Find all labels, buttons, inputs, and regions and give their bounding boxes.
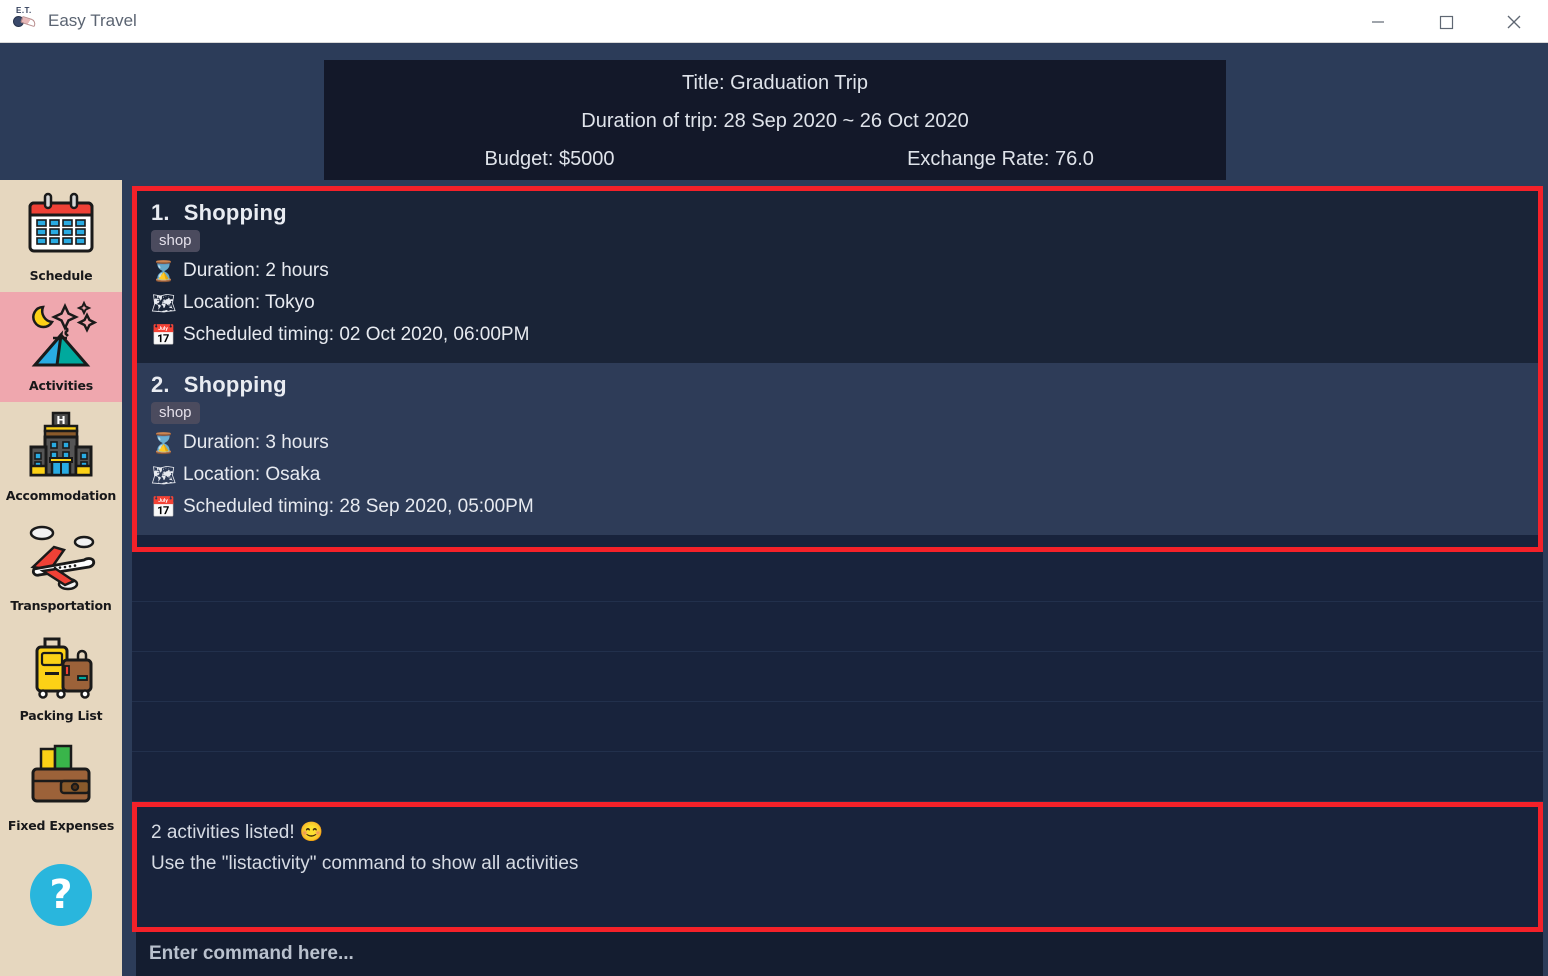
activity-timing: Scheduled timing: 02 Oct 2020, 06:00PM <box>183 324 530 345</box>
activity-timing-row: 📅 Scheduled timing: 02 Oct 2020, 06:00PM <box>151 321 1538 349</box>
calendar-icon <box>28 192 94 253</box>
output-line-1: 2 activities listed! 😊 <box>151 821 324 843</box>
sidebar: Schedule Activities H Accommodation Tran… <box>0 180 122 976</box>
activity-card[interactable]: 1. Shopping shop ⌛ Duration: 2 hours 🗺 L… <box>137 191 1538 363</box>
trip-budget-row: Budget: $5000 Exchange Rate: 76.0 <box>324 140 1226 178</box>
activity-index: 2. <box>151 372 170 397</box>
empty-row <box>132 702 1543 752</box>
activity-title-row: 1. Shopping <box>151 200 1538 226</box>
activity-location-row: 🗺 Location: Osaka <box>151 461 1538 489</box>
empty-row <box>132 652 1543 702</box>
map-pin-icon: 🗺 <box>151 463 177 487</box>
activity-timing: Scheduled timing: 28 Sep 2020, 05:00PM <box>183 496 534 517</box>
sidebar-item-label: Accommodation <box>5 488 117 503</box>
empty-row <box>132 602 1543 652</box>
hourglass-icon: ⌛ <box>151 259 176 283</box>
window-controls <box>1344 0 1548 43</box>
sidebar-item-label: Transportation <box>10 598 112 613</box>
sidebar-item-label: Activities <box>29 378 93 393</box>
content-column: 1. Shopping shop ⌛ Duration: 2 hours 🗺 L… <box>122 180 1548 976</box>
app-logo-icon: E.T. <box>12 6 38 34</box>
activity-title-row: 2. Shopping <box>151 372 1538 398</box>
command-bar <box>132 932 1543 976</box>
trip-budget: Budget: $5000 <box>484 148 615 170</box>
sidebar-item-transportation[interactable]: Transportation <box>0 512 122 622</box>
close-button[interactable] <box>1480 0 1548 43</box>
sidebar-item-label: Packing List <box>19 708 103 723</box>
activity-card[interactable]: 2. Shopping shop ⌛ Duration: 3 hours 🗺 L… <box>137 363 1538 535</box>
maximize-button[interactable] <box>1412 0 1480 43</box>
activity-timing-row: 📅 Scheduled timing: 28 Sep 2020, 05:00PM <box>151 493 1538 521</box>
activity-duration: Duration: 2 hours <box>183 260 329 281</box>
sidebar-item-accommodation[interactable]: H Accommodation <box>0 402 122 512</box>
activity-name: Shopping <box>183 200 287 225</box>
calendar-clock-icon: 📅 <box>151 323 176 347</box>
activity-list: 1. Shopping shop ⌛ Duration: 2 hours 🗺 L… <box>137 191 1538 535</box>
activity-index: 1. <box>151 200 170 225</box>
help-button[interactable]: ? <box>30 864 92 926</box>
sidebar-item-fixed-expenses[interactable]: Fixed Expenses <box>0 732 122 842</box>
trip-duration: Duration of trip: 28 Sep 2020 ~ 26 Oct 2… <box>581 110 969 132</box>
close-icon <box>1507 15 1521 28</box>
empty-row <box>132 752 1543 802</box>
plane-icon <box>20 15 37 28</box>
activity-list-highlight: 1. Shopping shop ⌛ Duration: 2 hours 🗺 L… <box>132 186 1543 552</box>
calendar-clock-icon: 📅 <box>151 495 176 519</box>
activity-name: Shopping <box>183 372 287 397</box>
minimize-icon <box>1372 20 1384 23</box>
command-input[interactable] <box>136 932 1543 976</box>
sidebar-item-schedule[interactable]: Schedule <box>0 182 122 292</box>
app-logo-text: E.T. <box>16 6 32 15</box>
output-line-2: Use the "listactivity" command to show a… <box>151 852 579 874</box>
hotel-icon: H <box>29 411 93 477</box>
wallet-icon <box>31 744 91 803</box>
activity-location-row: 🗺 Location: Tokyo <box>151 289 1538 317</box>
tent-night-icon <box>31 300 98 367</box>
main-body: Schedule Activities H Accommodation Tran… <box>0 180 1548 976</box>
airplane-icon <box>29 525 96 591</box>
trip-title: Title: Graduation Trip <box>681 72 868 94</box>
activity-duration-row: ⌛ Duration: 3 hours <box>151 429 1538 457</box>
trip-exchange-rate: Exchange Rate: 76.0 <box>907 148 1094 170</box>
luggage-icon <box>35 637 93 699</box>
activity-duration: Duration: 3 hours <box>183 432 329 453</box>
output-panel-highlight: 2 activities listed! 😊 Use the "listacti… <box>132 801 1543 932</box>
activity-tag: shop <box>151 230 200 252</box>
activity-location: Location: Osaka <box>183 464 321 485</box>
window-title: Easy Travel <box>48 11 137 30</box>
sidebar-item-packing-list[interactable]: Packing List <box>0 622 122 732</box>
activity-location: Location: Tokyo <box>183 292 315 313</box>
activity-tag: shop <box>151 402 200 424</box>
empty-row <box>132 552 1543 602</box>
map-pin-icon: 🗺 <box>151 291 177 315</box>
empty-list-rows <box>132 551 1543 802</box>
question-mark-icon: ? <box>49 872 73 918</box>
hourglass-icon: ⌛ <box>151 431 176 455</box>
maximize-icon <box>1439 15 1454 29</box>
sidebar-item-activities[interactable]: Activities <box>0 292 122 402</box>
sidebar-item-label: Fixed Expenses <box>7 818 115 833</box>
trip-summary-card: Title: Graduation Trip Duration of trip:… <box>324 60 1226 180</box>
window-title-bar: E.T. Easy Travel <box>0 0 1548 43</box>
sidebar-item-label: Schedule <box>29 268 93 283</box>
activity-duration-row: ⌛ Duration: 2 hours <box>151 257 1538 285</box>
minimize-button[interactable] <box>1344 0 1412 43</box>
trip-header-area: Title: Graduation Trip Duration of trip:… <box>0 43 1548 180</box>
